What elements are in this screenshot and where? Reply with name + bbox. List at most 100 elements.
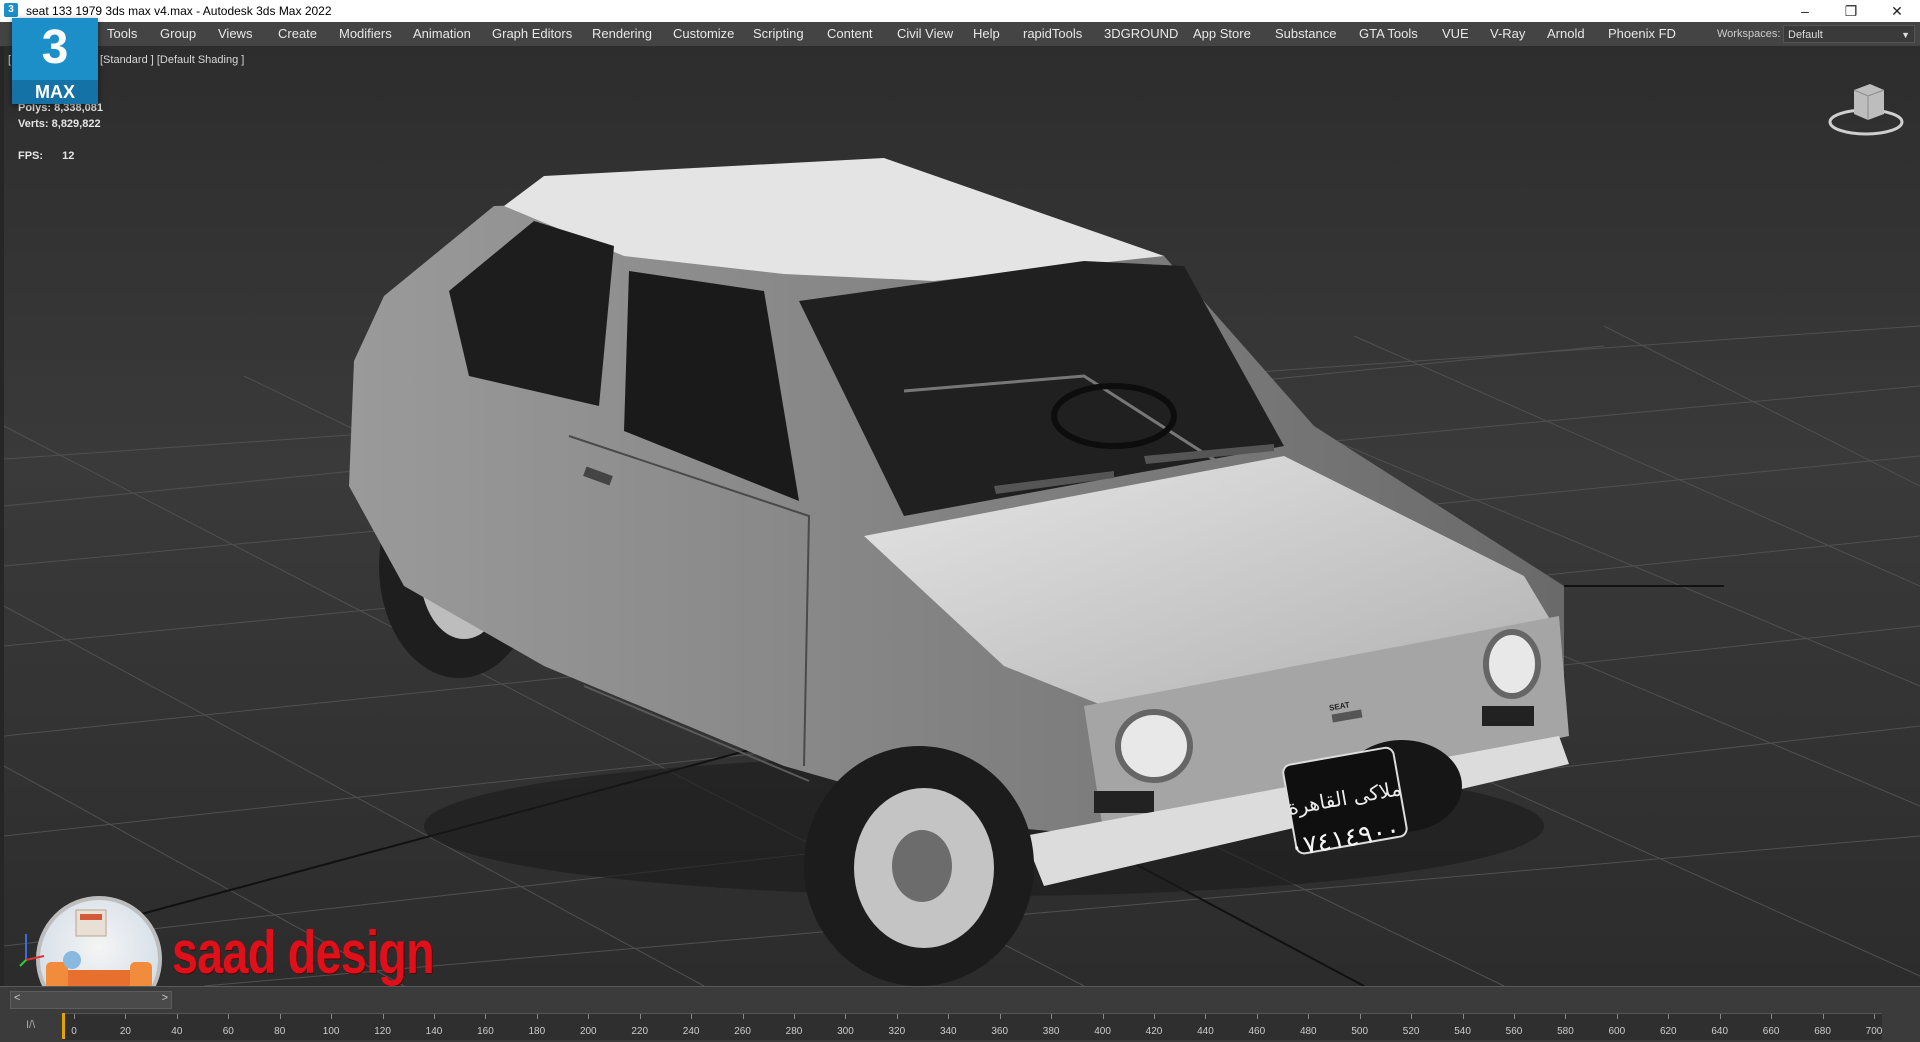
menu-scripting[interactable]: Scripting <box>753 26 804 41</box>
timeline-tick-label: 340 <box>939 1026 957 1037</box>
window-title: seat 133 1979 3ds max v4.max - Autodesk … <box>26 4 332 18</box>
slider-prev-button[interactable]: < <box>14 992 20 1004</box>
menu-rendering[interactable]: Rendering <box>592 26 652 41</box>
timeline-tick-label: 120 <box>374 1026 391 1037</box>
timeline-tick <box>536 1014 538 1019</box>
timeline-tick-label: 60 <box>222 1026 234 1037</box>
menu-phoenix-fd[interactable]: Phoenix FD <box>1608 26 1676 41</box>
fps-label: FPS: <box>18 150 44 162</box>
menu-animation[interactable]: Animation <box>413 26 471 41</box>
timeline-tick-label: 240 <box>682 1026 700 1037</box>
timeline-tick <box>1154 1014 1155 1019</box>
menu-arnold[interactable]: Arnold <box>1547 26 1585 41</box>
timeline-tick-label: 560 <box>1505 1026 1523 1037</box>
timeline-tick <box>742 1014 744 1019</box>
menu-gta-tools[interactable]: GTA Tools <box>1359 26 1418 41</box>
current-frame-marker[interactable] <box>62 1013 65 1039</box>
timeline-tick <box>794 1014 795 1019</box>
menu-rapidtools[interactable]: rapidTools <box>1023 26 1082 41</box>
timeline-tick <box>1719 1014 1721 1019</box>
timeline-tick <box>1514 1014 1515 1019</box>
timeline-tick-label: 440 <box>1197 1026 1214 1037</box>
timeline-tick <box>948 1014 950 1019</box>
menu-content[interactable]: Content <box>827 26 873 41</box>
menu-customize[interactable]: Customize <box>673 26 734 41</box>
timeline-tick <box>691 1014 693 1019</box>
menu-modifiers[interactable]: Modifiers <box>339 26 392 41</box>
time-slider[interactable]: < > <box>10 991 172 1009</box>
timeline-tick-label: 620 <box>1659 1026 1677 1037</box>
timeline-tick <box>1668 1014 1670 1019</box>
workspace-dropdown[interactable]: Default ▼ <box>1783 25 1915 43</box>
timeline-tick <box>228 1014 230 1019</box>
timeline-tick <box>331 1014 333 1019</box>
timeline-tick <box>382 1014 384 1019</box>
timeline-tick-label: 500 <box>1351 1026 1369 1037</box>
timeline-tick <box>74 1014 75 1019</box>
timeline-tick <box>1462 1014 1464 1019</box>
timeline-tick <box>485 1014 487 1019</box>
timeline-tick-label: 100 <box>322 1026 340 1037</box>
axis-tripod-icon <box>19 934 45 967</box>
timeline-tick <box>1874 1014 1875 1019</box>
timeline-tick-label: 320 <box>888 1026 906 1037</box>
menu-vue[interactable]: VUE <box>1442 26 1469 41</box>
menu-v-ray[interactable]: V-Ray <box>1490 26 1525 41</box>
timeline-tick-label: 580 <box>1557 1026 1574 1037</box>
timeline-tick <box>1205 1014 1207 1019</box>
perspective-viewport[interactable]: ملاكى القاهرة ٠٧٤١٤٩٠٠ SEAT [ [Standard … <box>4 46 1920 986</box>
title-bar: 3 seat 133 1979 3ds max v4.max - Autodes… <box>0 0 1920 22</box>
timeline-tick <box>639 1014 641 1019</box>
timeline-tick-label: 380 <box>1042 1026 1060 1037</box>
timeline-toggle-icon[interactable]: I/\ <box>26 1019 35 1031</box>
close-button[interactable]: ✕ <box>1874 0 1920 22</box>
menu-views[interactable]: Views <box>218 26 252 41</box>
menu-civil-view[interactable]: Civil View <box>897 26 953 41</box>
chevron-down-icon: ▼ <box>1901 30 1910 40</box>
timeline-tick <box>588 1014 590 1019</box>
timeline-tick <box>845 1014 847 1019</box>
slider-next-button[interactable]: > <box>162 992 168 1004</box>
viewport-menu-bracket[interactable]: [ <box>8 54 11 66</box>
menu-bar: Tools Group Views Create Modifiers Animation G… <box>0 22 1920 47</box>
menu-tools[interactable]: Tools <box>107 26 137 41</box>
logo-number: 3 <box>41 21 69 74</box>
channel-name: saad design <box>172 919 435 986</box>
viewcube-icon[interactable] <box>1826 80 1906 140</box>
viewport-scene <box>4 158 1920 986</box>
menu-graph-editors[interactable]: Graph Editors <box>492 26 572 41</box>
restore-button[interactable]: ❐ <box>1828 0 1874 22</box>
timeline-tick <box>1256 1014 1258 1019</box>
timeline-tick-label: 260 <box>734 1026 751 1037</box>
timeline-tick-label: 480 <box>1299 1026 1317 1037</box>
verts-stat: Verts: 8,829,822 <box>18 118 101 130</box>
menu-group[interactable]: Group <box>160 26 196 41</box>
verts-value: 8,829,822 <box>51 118 101 130</box>
menu-help[interactable]: Help <box>973 26 1000 41</box>
timeline-tick-label: 220 <box>631 1026 649 1037</box>
timeline-tick-label: 40 <box>171 1026 183 1037</box>
verts-label: Verts: <box>18 118 49 130</box>
menu-substance[interactable]: Substance <box>1275 26 1336 41</box>
timeline-tick <box>1359 1014 1361 1019</box>
timeline-tick-label: 160 <box>477 1026 494 1037</box>
logo-text: MAX <box>12 80 98 104</box>
timeline-tick <box>999 1014 1001 1019</box>
menu-app-store[interactable]: App Store <box>1193 26 1251 41</box>
menu-3dground[interactable]: 3DGROUND <box>1104 26 1178 41</box>
timeline-tick-label: 420 <box>1145 1026 1163 1037</box>
timeline-tick-label: 640 <box>1711 1026 1729 1037</box>
viewport-label[interactable]: [Standard ] [Default Shading ] <box>100 54 244 66</box>
time-track[interactable]: 0 20 40 60 80 100 120 140 160 180 200 220 240 260 280 3… <box>62 1013 1882 1040</box>
timeline-tick-label: 80 <box>274 1026 286 1037</box>
timeline-tick <box>279 1014 281 1019</box>
timeline-tick-label: 300 <box>837 1026 854 1037</box>
timeline: < > I/\ 0 20 40 60 80 100 120 140 160 180 200 220 24… <box>0 986 1920 1042</box>
timeline-tick-label: 460 <box>1248 1026 1266 1037</box>
workspace-value: Default <box>1788 29 1823 41</box>
minimize-button[interactable]: – <box>1782 0 1828 22</box>
timeline-tick <box>176 1014 178 1019</box>
timeline-tick-label: 140 <box>425 1026 443 1037</box>
timeline-tick <box>1771 1014 1773 1019</box>
menu-create[interactable]: Create <box>278 26 317 41</box>
